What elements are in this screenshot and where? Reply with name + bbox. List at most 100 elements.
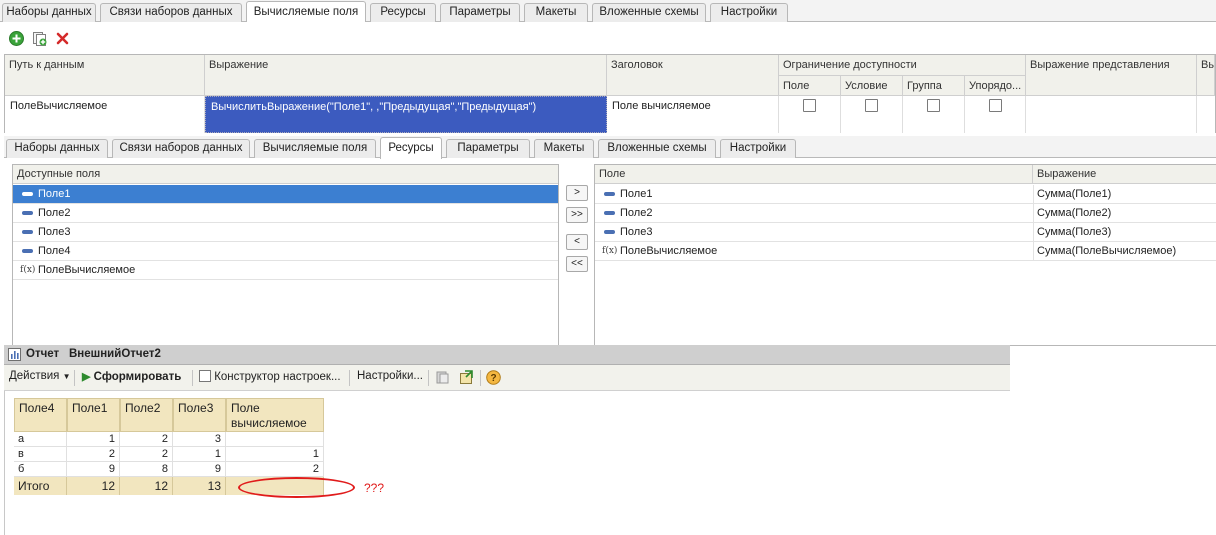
actions-label: Действия (9, 370, 60, 382)
cell-expression[interactable]: ВычислитьВыражение("Поле1", ,"Предыдущая… (205, 96, 607, 133)
result-cell: 2 (120, 447, 173, 462)
header-availability-restriction: Ограничение доступности (779, 55, 1026, 76)
add-icon[interactable] (9, 31, 24, 46)
tab-parameters[interactable]: Параметры (440, 3, 520, 22)
total-label: Итого (14, 477, 67, 495)
tab-nested-schemes[interactable]: Вложенные схемы (592, 3, 706, 22)
result-header-cell: Поле1 (67, 398, 120, 432)
delete-icon[interactable] (55, 31, 70, 46)
report-title-bar: Отчет ВнешнийОтчет2 (4, 345, 1010, 365)
move-left-button[interactable]: < (566, 234, 588, 250)
restriction-group-checkbox[interactable] (927, 99, 940, 112)
tab-layouts[interactable]: Макеты (524, 3, 588, 22)
annotation-question-marks: ??? (364, 481, 385, 495)
move-right-button[interactable]: > (566, 185, 588, 201)
resources-header-field[interactable]: Поле (595, 165, 1033, 184)
inner-tab-calculated-fields[interactable]: Вычисляемые поля (254, 139, 376, 158)
inner-tab-parameters[interactable]: Параметры (446, 139, 530, 158)
toolbar-separator (192, 370, 193, 386)
resource-row[interactable]: Поле3 Сумма(Поле3) (595, 223, 1216, 242)
report-title: ВнешнийОтчет2 (69, 348, 161, 360)
header-restriction-order[interactable]: Упорядо... (965, 76, 1026, 96)
report-toolbar: Действия ▼ ▶ Сформировать Конструктор на… (4, 365, 1010, 391)
settings-constructor-button[interactable]: Конструктор настроек... (199, 370, 341, 383)
resource-expression: Сумма(Поле2) (1037, 207, 1112, 219)
inner-tab-settings[interactable]: Настройки (720, 139, 796, 158)
result-header-cell: Поле2 (120, 398, 173, 432)
field-icon (604, 230, 615, 234)
help-icon[interactable]: ? (486, 370, 501, 385)
cell-presentation-expression[interactable] (1026, 96, 1197, 133)
column-divider (1033, 242, 1034, 260)
resources-header-expression[interactable]: Выражение (1033, 165, 1216, 184)
total-cell: 12 (120, 477, 173, 495)
available-field-label: Поле1 (38, 188, 71, 200)
move-all-right-button[interactable]: >> (566, 207, 588, 223)
resource-row[interactable]: Поле2 Сумма(Поле2) (595, 204, 1216, 223)
function-icon: f(x) (602, 246, 618, 256)
move-all-left-button[interactable]: << (566, 256, 588, 272)
inner-tab-resources[interactable]: Ресурсы (380, 137, 442, 159)
header-expression[interactable]: Выражение (205, 55, 607, 96)
toolbar-separator (428, 370, 429, 386)
available-field-item[interactable]: Поле2 (13, 204, 558, 223)
copy-icon[interactable] (32, 31, 47, 46)
constructor-icon (199, 370, 211, 382)
tab-settings[interactable]: Настройки (710, 3, 788, 22)
save-variant-icon[interactable] (459, 370, 474, 385)
available-field-label: Поле4 (38, 245, 71, 257)
header-cut-off[interactable]: Вы (1197, 55, 1215, 96)
resource-field: Поле2 (620, 207, 653, 219)
inner-tab-datasets[interactable]: Наборы данных (6, 139, 108, 158)
tab-dataset-links[interactable]: Связи наборов данных (100, 3, 242, 22)
resource-expression: Сумма(Поле3) (1037, 226, 1112, 238)
tab-datasets[interactable]: Наборы данных (2, 3, 96, 22)
result-cell: 2 (120, 432, 173, 447)
resource-row[interactable]: f(x) ПолеВычисляемое Сумма(ПолеВычисляем… (595, 242, 1216, 261)
available-field-item[interactable]: f(x) ПолеВычисляемое (13, 261, 558, 280)
result-cell: 3 (173, 432, 226, 447)
header-restriction-field[interactable]: Поле (779, 76, 841, 96)
calculated-fields-grid: Путь к данным Выражение Заголовок Ограни… (4, 54, 1216, 133)
top-tab-strip: Наборы данных Связи наборов данных Вычис… (0, 0, 1216, 23)
tab-calculated-fields[interactable]: Вычисляемые поля (246, 1, 366, 23)
restriction-condition-checkbox[interactable] (865, 99, 878, 112)
result-cell: в (14, 447, 67, 462)
result-cell: а (14, 432, 67, 447)
header-restriction-condition[interactable]: Условие (841, 76, 903, 96)
cell-data-path[interactable]: ПолеВычисляемое (5, 96, 205, 133)
available-field-label: ПолеВычисляемое (38, 264, 136, 276)
settings-button[interactable]: Настройки... (357, 370, 423, 382)
header-restriction-group[interactable]: Группа (903, 76, 965, 96)
header-title[interactable]: Заголовок (607, 55, 779, 96)
cell-title[interactable]: Поле вычисляемое (607, 96, 779, 133)
output-icon[interactable] (435, 370, 450, 385)
restriction-order-checkbox[interactable] (989, 99, 1002, 112)
available-field-item[interactable]: Поле3 (13, 223, 558, 242)
resource-row[interactable]: Поле1 Сумма(Поле1) (595, 185, 1216, 204)
generate-button[interactable]: ▶ Сформировать (82, 370, 181, 383)
result-cell: 2 (67, 447, 120, 462)
toolbar-separator (74, 370, 75, 386)
header-presentation-expression[interactable]: Выражение представления (1026, 55, 1197, 96)
tab-resources[interactable]: Ресурсы (370, 3, 436, 22)
cell-restriction-order (965, 96, 1026, 133)
available-field-item[interactable]: Поле1 (13, 185, 558, 204)
available-field-item[interactable]: Поле4 (13, 242, 558, 261)
inner-tab-nested-schemes[interactable]: Вложенные схемы (598, 139, 716, 158)
inner-tab-dataset-links[interactable]: Связи наборов данных (112, 139, 250, 158)
total-cell: 12 (67, 477, 120, 495)
inner-tab-strip: Наборы данных Связи наборов данных Вычис… (4, 136, 1216, 159)
field-icon (22, 192, 33, 196)
cell-cut-off[interactable] (1197, 96, 1215, 133)
inner-tab-layouts[interactable]: Макеты (534, 139, 594, 158)
header-data-path[interactable]: Путь к данным (5, 55, 205, 96)
field-icon (604, 192, 615, 196)
result-cell: 2 (226, 462, 324, 477)
restriction-field-checkbox[interactable] (803, 99, 816, 112)
cell-restriction-group (903, 96, 965, 133)
result-cell: 8 (120, 462, 173, 477)
field-icon (22, 230, 33, 234)
actions-menu[interactable]: Действия ▼ (9, 370, 71, 382)
available-fields-header: Доступные поля (13, 165, 558, 184)
